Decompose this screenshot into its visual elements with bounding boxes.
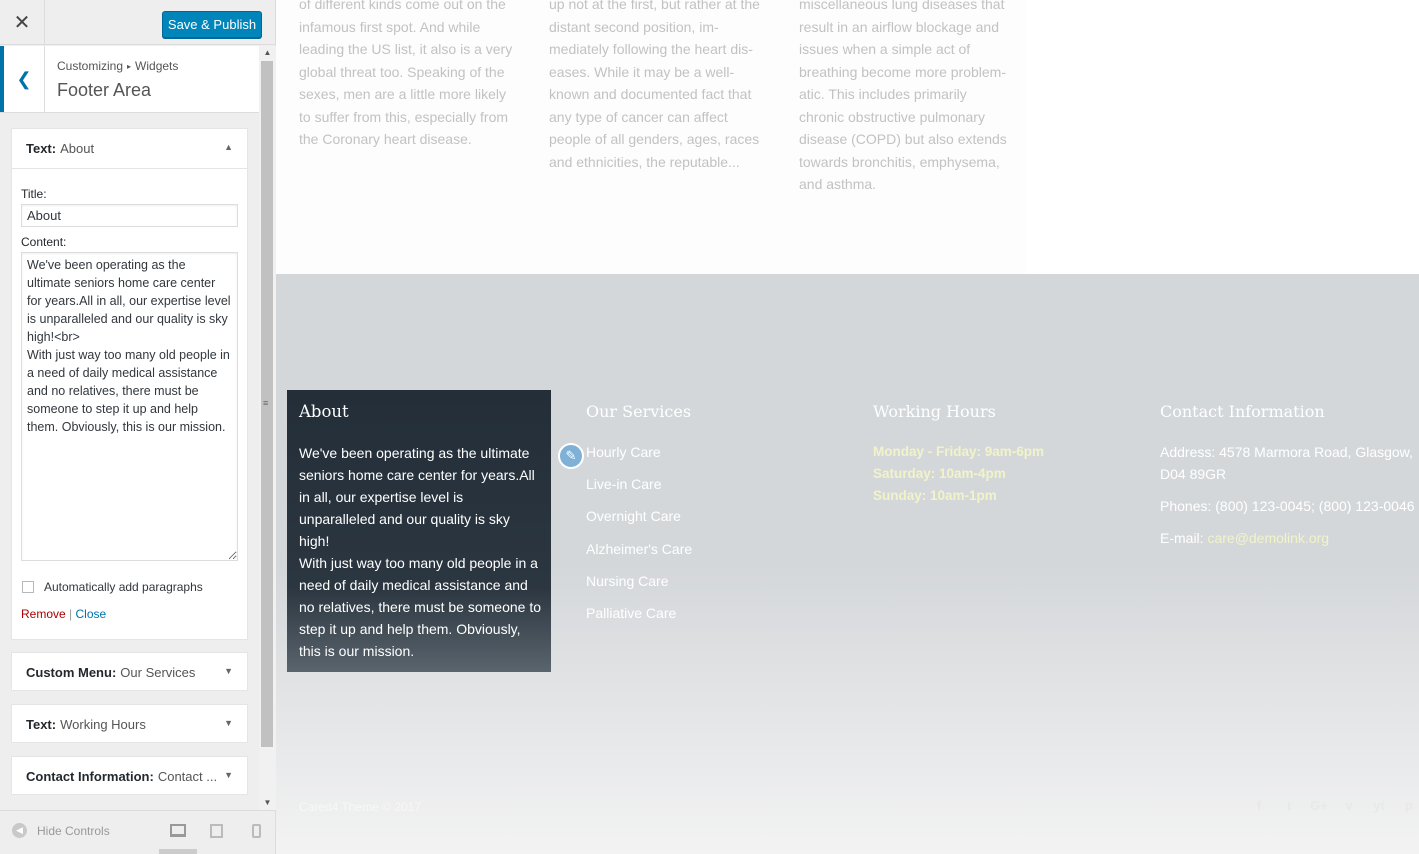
google-plus-icon[interactable]: G+ bbox=[1304, 798, 1334, 813]
widget-type: Contact Information: bbox=[26, 768, 154, 784]
collapse-icon: ◀ bbox=[12, 823, 27, 838]
customizer-footer: ◀ Hide Controls bbox=[0, 810, 275, 854]
widget-header-hours[interactable]: Text: Working Hours ▼ bbox=[12, 705, 247, 743]
contact-address: Address: 4578 Marmora Road, Glasgow, D04… bbox=[1160, 444, 1413, 482]
service-link[interactable]: Palliative Care bbox=[586, 602, 692, 634]
panel-header: ❮ Customizing ▸ Widgets Footer Area bbox=[0, 46, 259, 113]
article-excerpt: up not at the first, but rather at the d… bbox=[549, 0, 760, 170]
widget-actions: Remove | Close bbox=[21, 607, 238, 621]
widget-body: Title: Content: We've been operating as … bbox=[12, 169, 247, 631]
contact-email-row: E-mail: care@demolink.org bbox=[1160, 527, 1415, 549]
widget-text-about: Text: About ▲ Title: Content: We've been… bbox=[11, 128, 248, 640]
contact-title: Contact Information bbox=[1160, 402, 1325, 421]
article-excerpt: of different kinds come out on the infam… bbox=[299, 0, 513, 147]
tablet-preview-icon[interactable] bbox=[210, 824, 223, 838]
email-label: E-mail: bbox=[1160, 530, 1208, 546]
widget-name: About bbox=[60, 141, 95, 156]
title-field[interactable] bbox=[21, 204, 238, 227]
close-customizer-button[interactable]: ✕ bbox=[0, 0, 45, 45]
expand-arrow-icon[interactable]: ▼ bbox=[224, 770, 233, 780]
article-excerpt: miscellaneous lung diseases that result … bbox=[799, 0, 1007, 192]
service-link[interactable]: Nursing Care bbox=[586, 570, 692, 602]
youtube-icon[interactable]: yt bbox=[1364, 798, 1394, 813]
panel-title: Footer Area bbox=[57, 80, 152, 100]
vimeo-icon[interactable]: v bbox=[1334, 798, 1364, 813]
copyright: Cared4 Theme © 2017 bbox=[299, 800, 422, 814]
social-links: f t G+ v yt p bbox=[1244, 798, 1419, 813]
desktop-preview-icon[interactable] bbox=[170, 824, 186, 837]
breadcrumb-separator-icon: ▸ bbox=[127, 62, 132, 71]
hours-line: Monday - Friday: 9am-6pm bbox=[873, 444, 1045, 459]
customizer-header: ✕ Save & Publish bbox=[0, 0, 275, 45]
widget-name: Our Services bbox=[120, 664, 196, 680]
mobile-preview-icon[interactable] bbox=[252, 824, 261, 838]
widget-name: Working Hours bbox=[60, 716, 146, 732]
hours-line: Sunday: 10am-1pm bbox=[873, 488, 997, 503]
widget-name: Contact ... bbox=[157, 768, 218, 784]
email-link[interactable]: care@demolink.org bbox=[1207, 530, 1329, 546]
close-link[interactable]: Close bbox=[76, 607, 107, 621]
remove-link[interactable]: Remove bbox=[21, 607, 66, 621]
collapse-arrow-icon[interactable]: ▲ bbox=[224, 142, 233, 152]
site-preview: of different kinds come out on the infam… bbox=[276, 0, 1419, 854]
save-publish-button[interactable]: Save & Publish bbox=[162, 11, 262, 38]
edit-shortcut-pencil-icon[interactable]: ✎ bbox=[558, 443, 584, 469]
hide-controls-label: Hide Controls bbox=[37, 823, 110, 838]
services-title: Our Services bbox=[586, 402, 692, 421]
services-menu: Hourly Care Live-in Care Overnight Care … bbox=[586, 441, 692, 634]
content-section: of different kinds come out on the infam… bbox=[276, 0, 1419, 274]
autop-checkbox[interactable] bbox=[22, 581, 34, 593]
breadcrumb: Customizing ▸ Widgets bbox=[57, 59, 178, 73]
back-button[interactable]: ❮ bbox=[0, 46, 45, 112]
service-link[interactable]: Overnight Care bbox=[586, 505, 692, 537]
hours-title: Working Hours bbox=[873, 402, 996, 421]
facebook-icon[interactable]: f bbox=[1244, 798, 1274, 813]
about-text: We've been operating as the ultimate sen… bbox=[299, 445, 542, 659]
twitter-icon[interactable]: t bbox=[1274, 798, 1304, 813]
hide-controls-button[interactable]: ◀ Hide Controls bbox=[12, 823, 110, 838]
autop-option: Automatically add paragraphs bbox=[21, 580, 238, 594]
widget-custom-menu[interactable]: Custom Menu: Our Services ▼ bbox=[11, 652, 248, 691]
hours-line: Saturday: 10am-4pm bbox=[873, 466, 1006, 481]
service-link[interactable]: Alzheimer's Care bbox=[586, 538, 692, 570]
resize-grip-icon[interactable]: ≡ bbox=[263, 398, 271, 408]
breadcrumb-root: Customizing bbox=[57, 59, 124, 73]
service-link[interactable]: Live-in Care bbox=[586, 473, 692, 505]
widget-type: Text: bbox=[26, 716, 57, 732]
about-title: About bbox=[299, 402, 349, 421]
contact-details: Address: 4578 Marmora Road, Glasgow, D04… bbox=[1160, 441, 1415, 559]
sidebar-scrollbar[interactable]: ▲ ▼ bbox=[259, 46, 276, 810]
widget-type: Text: bbox=[26, 141, 57, 156]
active-device-indicator bbox=[159, 849, 197, 854]
expand-arrow-icon[interactable]: ▼ bbox=[224, 666, 233, 676]
about-widget-preview[interactable]: About We've been operating as the ultima… bbox=[287, 390, 551, 672]
widget-header-contact[interactable]: Contact Information: Contact ... ▼ bbox=[12, 757, 247, 795]
scroll-up-icon[interactable]: ▲ bbox=[259, 46, 276, 60]
widget-header-menu[interactable]: Custom Menu: Our Services ▼ bbox=[12, 653, 247, 691]
widget-contact-information[interactable]: Contact Information: Contact ... ▼ bbox=[11, 756, 248, 795]
site-footer: About We've been operating as the ultima… bbox=[276, 274, 1419, 854]
service-link[interactable]: Hourly Care bbox=[586, 441, 692, 473]
expand-arrow-icon[interactable]: ▼ bbox=[224, 718, 233, 728]
widget-text-working-hours[interactable]: Text: Working Hours ▼ bbox=[11, 704, 248, 743]
chevron-left-icon: ❮ bbox=[16, 68, 32, 89]
content-label: Content: bbox=[21, 235, 67, 249]
actions-separator: | bbox=[69, 607, 73, 621]
breadcrumb-leaf: Widgets bbox=[135, 59, 179, 73]
contact-phones: Phones: (800) 123-0045; (800) 123-0046 bbox=[1160, 498, 1415, 514]
widget-header-about[interactable]: Text: About ▲ bbox=[12, 129, 247, 169]
title-label: Title: bbox=[21, 187, 47, 201]
customizer-sidebar: ✕ Save & Publish ❮ Customizing ▸ Widgets F… bbox=[0, 0, 276, 854]
articles-card: of different kinds come out on the infam… bbox=[276, 0, 1026, 274]
hours-list: Monday - Friday: 9am-6pm Saturday: 10am-… bbox=[873, 441, 1044, 507]
pinterest-icon[interactable]: p bbox=[1394, 798, 1419, 813]
autop-label: Automatically add paragraphs bbox=[44, 580, 203, 594]
scroll-down-icon[interactable]: ▼ bbox=[259, 796, 276, 810]
content-textarea[interactable]: We've been operating as the ultimate sen… bbox=[21, 252, 238, 561]
widget-type: Custom Menu: bbox=[26, 664, 117, 680]
